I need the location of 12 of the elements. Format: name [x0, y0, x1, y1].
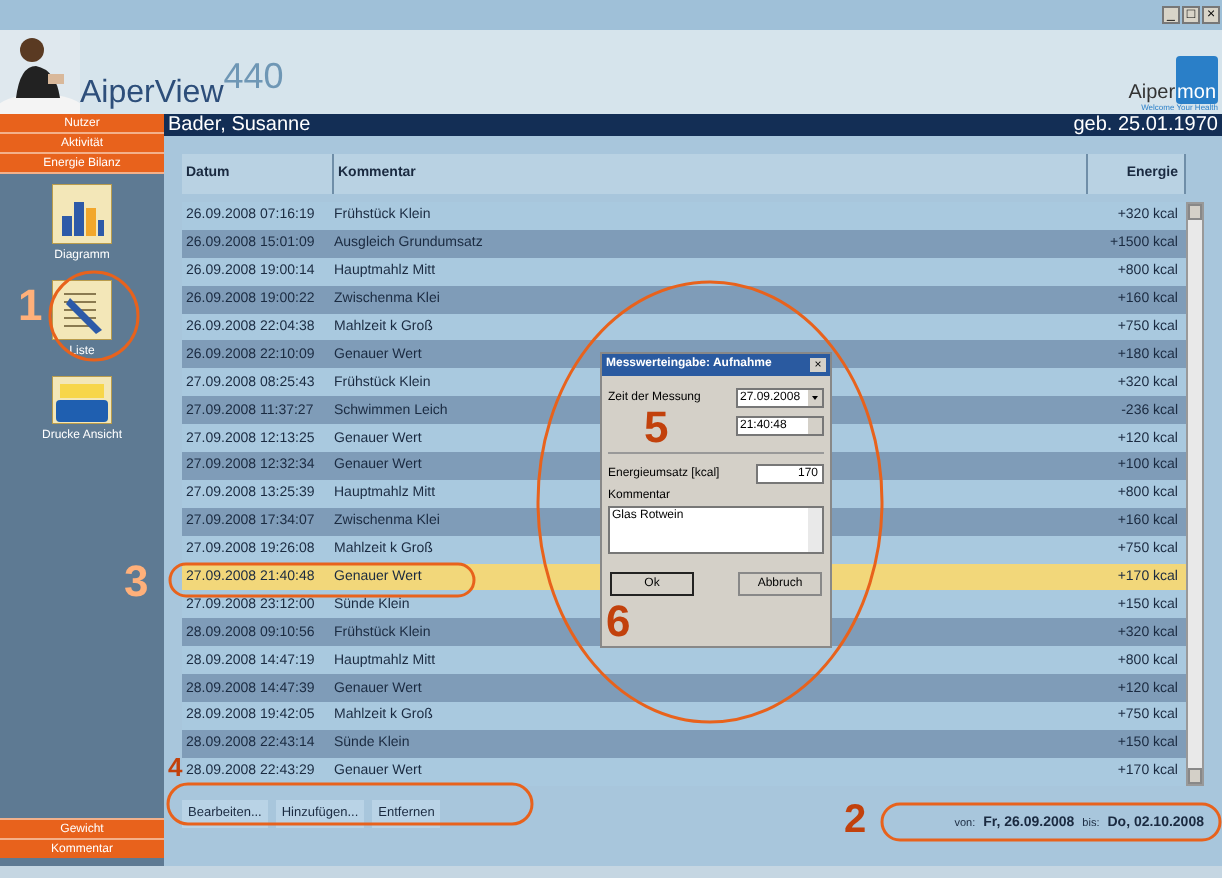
annotation-number: 6 [606, 600, 631, 644]
annotation-number: 3 [124, 560, 149, 604]
annotation-number: 2 [844, 800, 867, 840]
annotation-number: 1 [18, 284, 43, 328]
birth-date: geb. 25.01.1970 [1073, 115, 1218, 135]
brand-logo: mon [1175, 56, 1218, 104]
app-version: 440 [223, 58, 284, 94]
annotation-number: 5 [644, 406, 669, 450]
app-name: AiperView [80, 78, 224, 110]
brand-text: Aiper [1128, 84, 1176, 104]
annotation-number: 4 [168, 754, 183, 780]
person-name: Bader, Susanne [168, 115, 311, 135]
